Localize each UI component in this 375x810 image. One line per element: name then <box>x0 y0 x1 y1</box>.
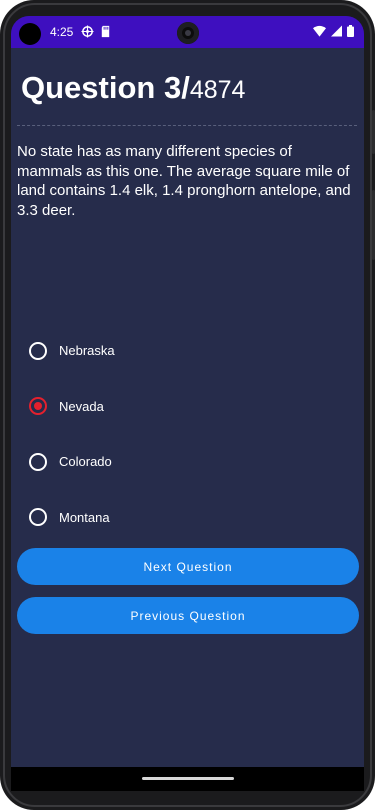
option-nebraska[interactable]: Nebraska <box>11 323 364 379</box>
radio-button[interactable] <box>29 341 47 360</box>
option-label: Nevada <box>59 398 104 414</box>
sd-card-icon <box>101 25 110 38</box>
option-label: Colorado <box>59 454 112 470</box>
question-total: 4874 <box>189 76 246 104</box>
radio-button[interactable] <box>29 508 47 527</box>
question-text: No state has as many different species o… <box>17 143 351 219</box>
divider <box>17 125 357 126</box>
option-colorado[interactable]: Colorado <box>11 434 364 490</box>
front-camera <box>177 22 199 44</box>
status-icons <box>313 25 354 37</box>
option-label: Montana <box>59 509 110 525</box>
notification-dot <box>19 23 41 45</box>
home-indicator[interactable] <box>142 777 234 780</box>
radio-button[interactable] <box>29 452 47 471</box>
battery-icon <box>347 25 354 37</box>
device-frame: 4:25 Question 3/4874 No state has as man… <box>0 0 375 810</box>
radio-button-selected[interactable] <box>29 397 47 416</box>
wifi-icon <box>313 25 326 37</box>
option-nevada[interactable]: Nevada <box>11 379 364 435</box>
app-screen: 4:25 Question 3/4874 No state has as man… <box>11 16 364 791</box>
settings-gear-icon <box>81 25 94 38</box>
signal-icon <box>331 25 342 37</box>
previous-question-button[interactable]: Previous Question <box>17 597 359 634</box>
question-number: Question 3/ <box>21 70 190 105</box>
question-heading: Question 3/4874 <box>21 70 245 106</box>
next-question-button[interactable]: Next Question <box>17 548 359 585</box>
status-time: 4:25 <box>50 25 74 39</box>
option-montana[interactable]: Montana <box>11 490 364 546</box>
status-bar: 4:25 <box>11 16 364 48</box>
answer-options: Nebraska Nevada Colorado Montana <box>11 323 364 545</box>
option-label: Nebraska <box>59 343 115 359</box>
navigation-bar <box>11 767 364 791</box>
